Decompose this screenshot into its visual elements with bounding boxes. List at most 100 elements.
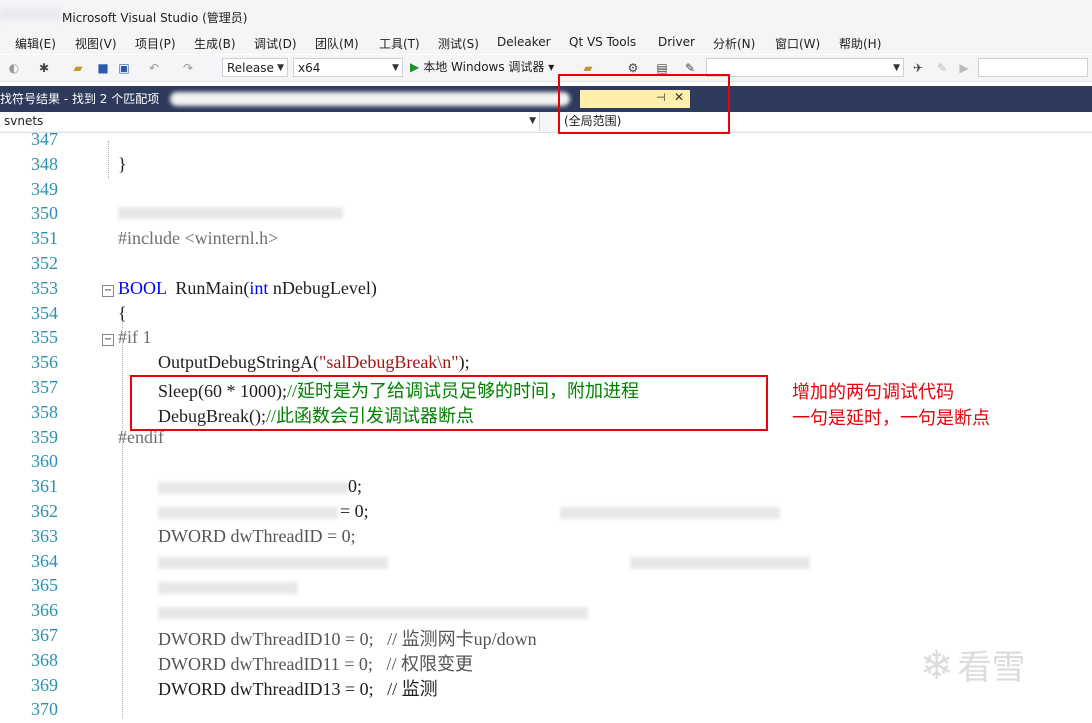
edit-icon[interactable]: ✎ (934, 60, 950, 76)
snowflake-icon: ❄ (920, 643, 954, 689)
chevron-down-icon: ▼ (277, 63, 284, 73)
debugger-label: 本地 Windows 调试器 (423, 60, 545, 74)
code-line-include: #include <winternl.h> (118, 228, 279, 248)
title-bar: Microsoft Visual Studio (管理员) (0, 0, 1092, 32)
redacted-region (158, 482, 348, 494)
tab-find-symbol-results[interactable]: 找符号结果 - 找到 2 个匹配项 (0, 86, 159, 112)
new-project-icon[interactable]: ✱ (36, 60, 52, 76)
menu-driver[interactable]: Driver (658, 35, 695, 49)
line-number: 370 (31, 699, 58, 719)
solution-search-select[interactable]: ▼ (706, 58, 904, 77)
code-line: DWORD dwThreadID11 = 0; // 权限变更 (158, 654, 473, 674)
window-title: Microsoft Visual Studio (管理员) (62, 11, 248, 25)
save-icon[interactable]: ■ (95, 60, 111, 76)
redo-icon[interactable]: ↷ (180, 60, 196, 76)
platform-select[interactable]: x64 ▼ (293, 58, 403, 77)
line-number: 350 (31, 203, 58, 223)
redacted-region (118, 207, 343, 219)
redacted-region (0, 8, 60, 20)
redacted-region (158, 607, 588, 619)
code-line-output-debug: OutputDebugStringA("salDebugBreak\n"); (158, 352, 470, 372)
menu-tools[interactable]: 工具(T) (379, 35, 420, 52)
fold-toggle[interactable]: − (102, 285, 114, 297)
configuration-value: Release (227, 61, 274, 75)
fold-toggle[interactable]: − (102, 334, 114, 346)
line-number: 354 (31, 303, 58, 323)
code-line-function-signature: BOOL RunMain(int nDebugLevel) (118, 278, 377, 298)
code-line: } (118, 154, 127, 174)
start-debugging-button[interactable]: ▶ 本地 Windows 调试器 ▾ (410, 58, 554, 75)
menu-qt-vs-tools[interactable]: Qt VS Tools (569, 35, 636, 49)
menu-deleaker[interactable]: Deleaker (497, 35, 551, 49)
chevron-down-icon: ▼ (893, 63, 900, 73)
open-folder-icon[interactable]: ▰ (70, 60, 86, 76)
code-line: DWORD dwThreadID = 0; (158, 526, 356, 546)
line-number: 359 (31, 427, 58, 447)
redacted-region (158, 582, 298, 594)
configuration-select[interactable]: Release ▼ (222, 58, 288, 77)
document-tab-strip: 找符号结果 - 找到 2 个匹配项 (0, 86, 1092, 112)
menu-team[interactable]: 团队(M) (315, 35, 359, 52)
play-small-icon[interactable]: ▶ (956, 60, 972, 76)
annotation-text: 增加的两句调试代码 (792, 382, 954, 403)
line-number: 362 (31, 501, 58, 521)
menu-window[interactable]: 窗口(W) (775, 35, 820, 52)
redacted-region (630, 557, 810, 569)
line-number: 365 (31, 575, 58, 595)
project-select[interactable]: svnets ▼ (0, 112, 540, 131)
menu-build[interactable]: 生成(B) (194, 35, 236, 52)
code-line: = 0; (340, 501, 369, 521)
line-number: 366 (31, 600, 58, 620)
code-line: 0; (348, 476, 363, 496)
menu-bar: 编辑(E) 视图(V) 项目(P) 生成(B) 调试(D) 团队(M) 工具(T… (0, 32, 1092, 54)
menu-help[interactable]: 帮助(H) (839, 35, 881, 52)
code-line: DWORD dwThreadID10 = 0; // 监测网卡up/down (158, 629, 537, 649)
line-number: 352 (31, 253, 58, 273)
menu-test[interactable]: 测试(S) (438, 35, 479, 52)
line-number: 355 (31, 327, 58, 347)
watermark-text: 看雪 (957, 648, 1026, 688)
line-number: 368 (31, 650, 58, 670)
menu-analyze[interactable]: 分析(N) (713, 35, 755, 52)
highlight-box (558, 74, 730, 134)
code-editor[interactable]: 347 348 349 350 351 352 353 354 355 356 … (0, 129, 1092, 723)
line-number: 360 (31, 451, 58, 471)
annotation-text: 一句是延时，一句是断点 (792, 408, 990, 429)
highlight-box (130, 375, 768, 431)
line-number: 361 (31, 476, 58, 496)
line-number: 356 (31, 352, 58, 372)
code-line: DWORD dwThreadID13 = 0; // 监测 (158, 679, 438, 699)
quick-launch-input[interactable] (978, 58, 1088, 77)
menu-debug[interactable]: 调试(D) (254, 35, 297, 52)
line-number: 367 (31, 625, 58, 645)
platform-value: x64 (298, 61, 321, 75)
indent-guide (108, 141, 109, 179)
redacted-region (158, 507, 338, 519)
menu-edit[interactable]: 编辑(E) (15, 35, 56, 52)
code-line-if: #if 1 (118, 327, 152, 347)
line-number: 348 (31, 154, 58, 174)
line-number: 369 (31, 675, 58, 695)
code-line: { (118, 303, 127, 323)
menu-project[interactable]: 项目(P) (135, 35, 176, 52)
save-all-icon[interactable]: ▣ (116, 60, 132, 76)
indent-guide (122, 318, 123, 718)
menu-view[interactable]: 视图(V) (75, 35, 117, 52)
line-number: 349 (31, 179, 58, 199)
navigation-bar: svnets ▼ (全局范围) (0, 112, 1092, 133)
line-number: 364 (31, 551, 58, 571)
find-in-files-icon[interactable]: ✈ (910, 60, 926, 76)
redacted-region (158, 557, 388, 569)
line-number: 357 (31, 377, 58, 397)
chevron-down-icon: ▼ (392, 63, 399, 73)
redacted-region (170, 92, 570, 106)
undo-icon[interactable]: ↶ (146, 60, 162, 76)
chevron-down-icon: ▼ (529, 116, 536, 126)
line-number: 358 (31, 402, 58, 422)
project-value: svnets (4, 114, 44, 128)
redacted-region (560, 507, 780, 519)
back-icon[interactable]: ◐ (6, 60, 22, 76)
line-number: 353 (31, 278, 58, 298)
line-number: 351 (31, 228, 58, 248)
line-number: 363 (31, 526, 58, 546)
